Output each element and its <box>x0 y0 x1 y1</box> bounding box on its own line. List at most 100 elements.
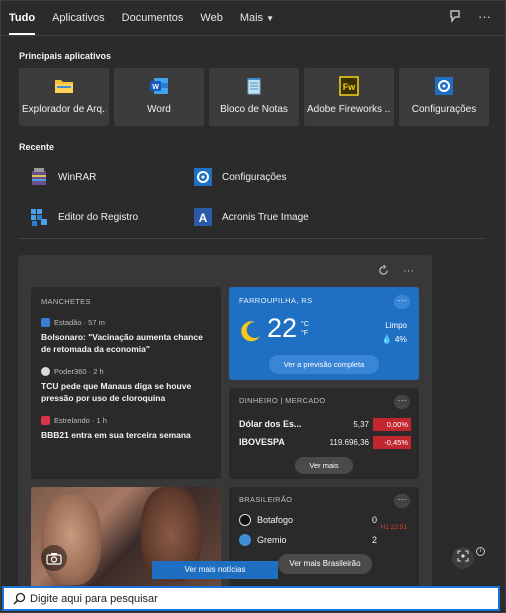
app-tile-settings[interactable]: Configurações <box>399 68 489 126</box>
recent-item-label: Configurações <box>222 171 287 183</box>
market-value: 119.696,36 <box>329 437 369 447</box>
acronis-icon: A <box>193 207 213 227</box>
recent-item-label: Acronis True Image <box>222 211 309 223</box>
folder-icon <box>54 76 74 96</box>
tab-apps[interactable]: Aplicativos <box>52 1 105 35</box>
more-options-icon[interactable]: ··· <box>478 9 491 26</box>
svg-text:A: A <box>199 211 208 225</box>
news-title: Bolsonaro: "Vacinação aumenta chance de … <box>41 332 203 354</box>
top-apps-title: Principais aplicativos <box>19 51 112 61</box>
market-name: Dólar dos Es... <box>239 419 302 429</box>
search-bar[interactable] <box>2 586 500 611</box>
news-source: Estrelando · 1 h <box>54 416 107 425</box>
recent-item-label: WinRAR <box>58 171 97 183</box>
unit-fahrenheit[interactable]: °F <box>301 330 308 337</box>
search-icon <box>8 592 30 605</box>
market-change: 0,00% <box>373 417 411 431</box>
recent-title: Recente <box>19 142 55 152</box>
svg-text:W: W <box>152 84 159 91</box>
weather-card[interactable]: FARROUPILHA, RS ··· 22 °C °F Limpo 💧 4% V… <box>229 287 419 380</box>
recent-item-label: Editor do Registro <box>58 211 139 223</box>
refresh-icon[interactable] <box>378 264 389 279</box>
app-tile-label: Bloco de Notas <box>220 104 288 115</box>
team-name: Gremio <box>257 535 287 545</box>
tab-more[interactable]: Mais ▼ <box>240 1 274 35</box>
feedback-icon[interactable] <box>448 9 462 26</box>
moon-icon <box>239 319 263 348</box>
app-tile-label: Adobe Fireworks ... <box>307 104 391 115</box>
more-options-icon[interactable]: ··· <box>403 265 414 279</box>
app-tile-label: Explorador de Arq... <box>22 104 106 115</box>
recent-item-settings[interactable]: Configurações <box>193 165 286 189</box>
winrar-icon <box>29 167 49 187</box>
news-item[interactable]: Estrelando · 1 h BBB21 entra em sua terc… <box>41 416 211 441</box>
app-tile-fireworks[interactable]: Fw Adobe Fireworks ... <box>304 68 394 126</box>
info-icon[interactable]: i <box>476 547 485 556</box>
news-source: Poder360 · 2 h <box>54 367 104 376</box>
poder360-icon <box>41 367 50 376</box>
market-value: 5,37 <box>353 419 369 429</box>
news-card: MANCHETES Estadão · 57 m Bolsonaro: "Vac… <box>31 287 221 479</box>
recent-divider <box>19 238 485 239</box>
weather-location: FARROUPILHA, RS <box>239 296 313 305</box>
weather-units[interactable]: °C °F <box>301 320 309 338</box>
unit-celsius[interactable]: °C <box>301 321 309 328</box>
search-input[interactable] <box>30 592 498 605</box>
match-status: H1 22:51 <box>380 524 407 531</box>
registry-icon <box>29 207 49 227</box>
weather-temperature: 22 <box>267 313 298 343</box>
weather-precip: 💧 4% <box>382 334 407 345</box>
market-row[interactable]: Dólar dos Es... 5,37 0,00% <box>239 417 411 431</box>
money-header: DINHEIRO | MERCADO <box>239 396 326 405</box>
screenshot-button[interactable] <box>452 547 474 569</box>
app-tile-word[interactable]: W Word <box>114 68 204 126</box>
gremio-icon <box>239 534 251 546</box>
tab-bar: Tudo Aplicativos Documentos Web Mais ▼ <box>9 1 291 35</box>
market-row[interactable]: IBOVESPA 119.696,36 -0,45% <box>239 435 411 449</box>
news-header: MANCHETES <box>41 297 91 306</box>
app-tile-label: Configurações <box>411 104 477 115</box>
fireworks-icon: Fw <box>339 76 359 96</box>
market-name: IBOVESPA <box>239 437 285 447</box>
news-item[interactable]: Estadão · 57 m Bolsonaro: "Vacinação aum… <box>41 318 211 355</box>
app-tile-file-explorer[interactable]: Explorador de Arq... <box>19 68 109 126</box>
more-news-button[interactable]: Ver mais notícias <box>152 561 278 579</box>
team-row[interactable]: Gremio 2 <box>239 534 411 546</box>
recent-item-winrar[interactable]: WinRAR <box>29 165 96 189</box>
money-card: DINHEIRO | MERCADO ··· Dólar dos Es... 5… <box>229 388 419 479</box>
sports-header: BRASILEIRÃO <box>239 495 293 504</box>
more-brasileirao-button[interactable]: Ver mais Brasileirão <box>278 554 372 574</box>
top-actions: ··· <box>448 9 491 26</box>
tab-web[interactable]: Web <box>200 1 222 35</box>
top-apps-list: Explorador de Arq... W Word Bloco de Not… <box>19 68 489 126</box>
widgets-panel: ··· MANCHETES Estadão · 57 m Bolsonaro: … <box>18 255 432 587</box>
weather-more-button[interactable]: ··· <box>394 295 410 309</box>
news-title: BBB21 entra em sua terceira semana <box>41 430 191 440</box>
word-icon: W <box>149 76 169 96</box>
news-source: Estadão · 57 m <box>54 318 105 327</box>
gear-icon <box>434 76 454 96</box>
full-forecast-button[interactable]: Ver a previsão completa <box>269 355 379 374</box>
app-tile-notepad[interactable]: Bloco de Notas <box>209 68 299 126</box>
team-score: 0 <box>371 515 377 525</box>
photo-person <box>41 495 101 585</box>
svg-text:Fw: Fw <box>343 82 356 92</box>
camera-icon[interactable] <box>41 545 67 571</box>
news-title: TCU pede que Manaus diga se houve pressã… <box>41 381 192 403</box>
search-window: Tudo Aplicativos Documentos Web Mais ▼ ··… <box>0 0 506 613</box>
news-item[interactable]: Poder360 · 2 h TCU pede que Manaus diga … <box>41 367 211 404</box>
money-see-more-button[interactable]: Ver mais <box>295 457 353 474</box>
sports-more-button[interactable]: ··· <box>394 494 410 508</box>
notepad-icon <box>244 76 264 96</box>
recent-item-registry[interactable]: Editor do Registro <box>29 205 138 229</box>
tab-documents[interactable]: Documentos <box>122 1 184 35</box>
drop-icon: 💧 <box>381 334 393 344</box>
money-more-button[interactable]: ··· <box>394 395 410 409</box>
tab-all[interactable]: Tudo <box>9 1 36 35</box>
team-name: Botafogo <box>257 515 294 525</box>
weather-precip-value: 4% <box>394 334 407 344</box>
tab-more-label: Mais <box>239 12 264 24</box>
recent-item-acronis[interactable]: A Acronis True Image <box>193 205 309 229</box>
gear-icon <box>193 167 213 187</box>
weather-condition: Limpo <box>385 321 407 330</box>
